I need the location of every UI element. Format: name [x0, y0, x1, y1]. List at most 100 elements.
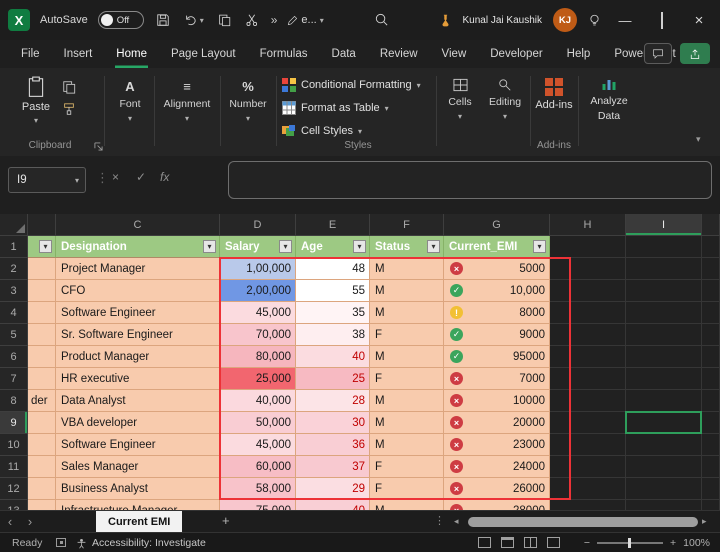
empty-cell[interactable] [626, 500, 702, 510]
cell-designation-9[interactable]: VBA developer [56, 412, 220, 434]
hscroll-right-arrow[interactable]: ▸ [702, 516, 707, 527]
search-icon[interactable] [374, 12, 389, 27]
empty-cell[interactable] [702, 346, 720, 368]
cell-b-3[interactable] [28, 280, 56, 302]
tab-formulas[interactable]: Formulas [259, 40, 309, 68]
filter-dropdown-icon[interactable]: ▾ [203, 240, 216, 253]
cell-salary-13[interactable]: 75,000 [220, 500, 296, 510]
tab-page-layout[interactable]: Page Layout [170, 40, 237, 68]
empty-cell[interactable] [702, 478, 720, 500]
insert-function-button[interactable]: fx [160, 170, 169, 184]
undo-button[interactable]: ▾ [182, 13, 206, 27]
conditional-formatting-button[interactable]: Conditional Formatting ▾ [282, 75, 434, 95]
page-break-view-icon[interactable] [524, 537, 537, 548]
tab-data[interactable]: Data [331, 40, 357, 68]
new-sheet-button[interactable]: + [222, 513, 230, 528]
user-name[interactable]: Kunal Jai Kaushik [463, 15, 543, 26]
empty-cell[interactable] [702, 280, 720, 302]
empty-cell[interactable] [702, 456, 720, 478]
maximize-button[interactable] [649, 13, 675, 28]
cell-emi-13[interactable]: ×28000 [444, 500, 550, 510]
table-header-age[interactable]: Age▾ [296, 236, 370, 258]
empty-cell[interactable] [702, 412, 720, 434]
table-header-designation[interactable]: Designation▾ [56, 236, 220, 258]
column-header-H[interactable]: H [550, 214, 626, 236]
normal-view-icon[interactable] [478, 537, 491, 548]
tab-developer[interactable]: Developer [489, 40, 543, 68]
table-header-current-emi[interactable]: Current_EMI▾ [444, 236, 550, 258]
copy-button[interactable] [216, 13, 233, 27]
cell-designation-11[interactable]: Sales Manager [56, 456, 220, 478]
cut-button[interactable] [243, 13, 261, 27]
empty-cell[interactable] [626, 434, 702, 456]
toolbar-overflow-icon[interactable]: » [271, 13, 278, 27]
cell-designation-13[interactable]: Infrastructure Manager [56, 500, 220, 510]
avatar[interactable]: KJ [553, 8, 577, 32]
cells-group-button[interactable]: Cells ▾ [440, 78, 480, 121]
row-header-7[interactable]: 7 [0, 368, 28, 390]
tab-home[interactable]: Home [115, 40, 148, 68]
empty-cell[interactable] [626, 390, 702, 412]
empty-cell[interactable] [626, 346, 702, 368]
cell-designation-2[interactable]: Project Manager [56, 258, 220, 280]
column-header-E[interactable]: E [296, 214, 370, 236]
cancel-icon[interactable]: × [112, 170, 119, 184]
tab-view[interactable]: View [441, 40, 468, 68]
empty-cell[interactable] [626, 478, 702, 500]
zoom-slider[interactable] [597, 542, 663, 544]
empty-cell[interactable] [702, 390, 720, 412]
analyze-data-button[interactable]: Analyze Data [582, 76, 636, 122]
empty-cell[interactable] [702, 236, 720, 258]
autosave-toggle[interactable]: Off [98, 11, 144, 29]
empty-cell[interactable] [550, 500, 626, 510]
cell-designation-5[interactable]: Sr. Software Engineer [56, 324, 220, 346]
row-header-1[interactable]: 1 [0, 236, 28, 258]
paste-button[interactable]: Paste ▾ [14, 76, 58, 125]
row-header-3[interactable]: 3 [0, 280, 28, 302]
copy-icon[interactable] [62, 80, 76, 94]
comments-button[interactable] [644, 43, 672, 64]
filter-dropdown-icon[interactable]: ▾ [533, 240, 546, 253]
row-header-5[interactable]: 5 [0, 324, 28, 346]
empty-cell[interactable] [626, 302, 702, 324]
column-header-C[interactable]: C [56, 214, 220, 236]
filter-dropdown-icon[interactable]: ▾ [279, 240, 292, 253]
zoom-slider-knob[interactable] [628, 538, 631, 548]
tab-help[interactable]: Help [566, 40, 592, 68]
cell-b-12[interactable] [28, 478, 56, 500]
accessibility-status[interactable]: Accessibility: Investigate [92, 537, 206, 549]
sheet-tab-current-emi[interactable]: Current EMI [96, 511, 182, 533]
column-header-D[interactable]: D [220, 214, 296, 236]
cell-designation-4[interactable]: Software Engineer [56, 302, 220, 324]
cell-designation-3[interactable]: CFO [56, 280, 220, 302]
table-header-b[interactable]: ▾ [28, 236, 56, 258]
format-painter-icon[interactable] [62, 102, 76, 116]
empty-cell[interactable] [702, 500, 720, 510]
empty-cell[interactable] [702, 324, 720, 346]
zoom-in-button[interactable]: + [670, 537, 676, 549]
minimize-button[interactable]: — [612, 13, 638, 28]
row-header-10[interactable]: 10 [0, 434, 28, 456]
name-box[interactable]: I9 ▾ [8, 167, 86, 193]
column-header-I[interactable]: I [626, 214, 702, 236]
empty-cell[interactable] [702, 368, 720, 390]
font-group-button[interactable]: A Font ▾ [108, 78, 152, 123]
cell-b-13[interactable] [28, 500, 56, 510]
cell-b-2[interactable] [28, 258, 56, 280]
row-header-13[interactable]: 13 [0, 500, 28, 510]
cell-designation-10[interactable]: Software Engineer [56, 434, 220, 456]
empty-cell[interactable] [702, 258, 720, 280]
column-header-partial[interactable] [28, 214, 56, 236]
sheet-tab-options-icon[interactable]: ⋮ [434, 514, 445, 527]
tab-insert[interactable]: Insert [63, 40, 94, 68]
filter-dropdown-icon[interactable]: ▾ [39, 240, 52, 253]
column-header-F[interactable]: F [370, 214, 444, 236]
ribbon-collapse-chevron-icon[interactable]: ▾ [696, 134, 701, 145]
cell-status-13[interactable]: M [370, 500, 444, 510]
zoom-level[interactable]: 100% [683, 537, 710, 549]
sheet-nav-prev-icon[interactable]: ‹ [0, 514, 20, 529]
row-header-12[interactable]: 12 [0, 478, 28, 500]
empty-cell[interactable] [550, 236, 626, 258]
cell-b-7[interactable] [28, 368, 56, 390]
formula-input[interactable] [228, 161, 712, 199]
